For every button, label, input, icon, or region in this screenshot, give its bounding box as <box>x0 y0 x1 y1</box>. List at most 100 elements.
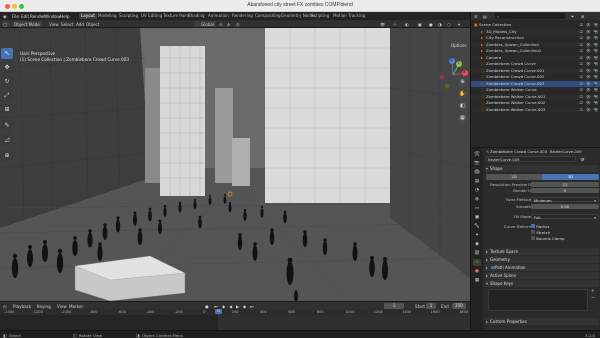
curve-data-props-icon[interactable]: ∿ <box>473 259 481 266</box>
shading-options-icon[interactable]: ▾ <box>458 22 460 27</box>
menu-view[interactable]: View <box>49 22 59 27</box>
camera-view-icon[interactable]: ◧ <box>458 102 467 111</box>
texture-space-panel-header[interactable]: Texture Space <box>485 248 599 255</box>
add-cube-tool-icon[interactable]: ⊕ <box>1 150 13 161</box>
menu-keying[interactable]: Keying <box>37 304 51 309</box>
view-layer-props-icon[interactable]: ▤ <box>473 178 481 185</box>
filter-icon[interactable]: ⏷ <box>571 14 574 19</box>
visibility-toggles-icon[interactable]: ☑ 👁 📷 <box>580 94 599 100</box>
menu-playback[interactable]: Playback <box>13 304 31 309</box>
remove-shape-key-icon[interactable]: − <box>591 296 595 301</box>
tab-scripting[interactable]: Scripting <box>309 13 331 19</box>
scale-tool-icon[interactable]: ⤢ <box>1 90 13 101</box>
outliner-item[interactable]: ▸ Zombies_Spawn_Collection ☑ 👁 📷 <box>471 41 600 48</box>
constraints-props-icon[interactable]: ⛓ <box>473 250 481 257</box>
record-icon[interactable]: ● <box>205 304 209 309</box>
visibility-toggles-icon[interactable]: ☑ 👁 📷 <box>580 55 599 61</box>
menu-help[interactable]: Help <box>60 14 70 19</box>
tab-sculpting[interactable]: Sculpting <box>117 13 140 19</box>
visibility-toggles-icon[interactable]: ☑ 👁 📷 <box>580 61 599 67</box>
visibility-toggles-icon[interactable]: ☑ 👁 📷 <box>580 48 599 54</box>
physics-props-icon[interactable]: ◉ <box>473 241 481 248</box>
playhead-frame-badge[interactable]: 0 <box>215 309 222 314</box>
play-icon[interactable]: ▶ <box>236 304 239 309</box>
outliner-editor-icon[interactable]: ☰ <box>474 14 478 19</box>
menu-object[interactable]: Object <box>86 22 99 27</box>
active-spline-panel-header[interactable]: Active Spline <box>485 272 599 279</box>
tab-motion-tracking[interactable]: Motion Tracking <box>331 13 367 19</box>
zoom-icon[interactable]: ⊕ <box>458 78 467 87</box>
perspective-toggle-icon[interactable]: ▦ <box>458 114 467 123</box>
path-animation-checkbox[interactable] <box>491 265 495 270</box>
outliner-item[interactable]: ◌ Zombiebere Crowd Curve.002 ☑ 👁 📷 <box>471 74 600 80</box>
menu-select[interactable]: Select <box>61 22 74 27</box>
overlay-toggle-icon[interactable]: ◐ <box>405 22 409 27</box>
smooth-field[interactable]: 0.00 <box>531 203 599 209</box>
outliner-item[interactable]: ◌ Zombiebere Crowd Curve ☑ 👁 📷 <box>471 61 600 67</box>
menu-file[interactable]: File <box>12 14 19 19</box>
outliner-item[interactable]: ▣ Scene Collection ☑ 👁 📷 <box>471 22 600 28</box>
visibility-toggles-icon[interactable]: ☑ 👁 📷 <box>580 87 599 93</box>
pan-hand-icon[interactable]: ✋ <box>458 90 467 99</box>
visibility-toggles-icon[interactable]: ☑ 👁 📷 <box>580 81 599 87</box>
menu-marker[interactable]: Marker <box>69 304 83 309</box>
outliner-item[interactable]: ▸ Zombies_Spawn_Collection2 ☑ 👁 📷 <box>471 48 600 54</box>
menu-view-timeline[interactable]: View <box>57 304 67 309</box>
rotate-tool-icon[interactable]: ↻ <box>1 76 13 87</box>
jump-end-icon[interactable]: ⏭ <box>250 304 254 309</box>
shape-keys-panel-header[interactable]: Shape Keys <box>485 280 599 287</box>
texture-props-icon[interactable]: ▦ <box>473 277 481 284</box>
xray-icon[interactable]: ▣ <box>418 22 422 27</box>
tool-props-icon[interactable]: 🛠 <box>473 151 481 158</box>
material-props-icon[interactable]: ● <box>473 268 481 275</box>
menu-edit[interactable]: Edit <box>21 14 29 19</box>
tab-modeling[interactable]: Modeling <box>96 13 119 19</box>
twist-method-dropdown[interactable]: Minimum <box>531 196 599 202</box>
tab-layout[interactable]: Layout <box>79 13 97 19</box>
stretch-checkbox[interactable]: Stretch <box>531 230 550 235</box>
outliner-item[interactable]: ◌ Zombiebere Crowd Curve.001 ☑ 👁 📷 <box>471 67 600 74</box>
display-mode-icon[interactable]: ▤ <box>483 14 487 19</box>
menu-window[interactable]: Window <box>44 14 61 19</box>
play-reverse-icon[interactable]: ◀ <box>229 304 232 309</box>
visibility-toggles-icon[interactable]: ☑ 👁 📷 <box>580 29 599 35</box>
menu-add[interactable]: Add <box>76 22 84 27</box>
particles-props-icon[interactable]: ✦ <box>473 232 481 239</box>
outliner-item[interactable]: ◌ Zombiebere Walker Curve ☑ 👁 📷 <box>471 87 600 93</box>
outliner-item[interactable]: ▸ 3D_Models_City ☑ 👁 📷 <box>471 28 600 35</box>
fill-mode-dropdown[interactable]: Full <box>531 213 599 219</box>
tab-rendering[interactable]: Rendering <box>230 13 255 19</box>
select-tool-icon[interactable]: ↖ <box>1 48 13 59</box>
outliner-search-input[interactable] <box>495 13 565 19</box>
visibility-icon[interactable]: 👁 <box>380 22 385 28</box>
jump-start-icon[interactable]: ⏮ <box>214 304 218 309</box>
path-animation-panel-header[interactable]: Path Animation <box>485 264 599 271</box>
move-tool-icon[interactable]: ✥ <box>1 62 13 73</box>
annotate-tool-icon[interactable]: ✎ <box>1 120 13 131</box>
outliner-item[interactable]: ◌ Zombiebere Walker Curve.003 ☑ 👁 📷 <box>471 106 600 113</box>
prev-key-icon[interactable]: ◆ <box>222 304 225 309</box>
blender-logo-icon[interactable]: ◉ <box>3 14 7 19</box>
shading-solid-icon[interactable]: ● <box>429 22 433 27</box>
shading-rendered-icon[interactable]: ○ <box>447 22 451 27</box>
visibility-toggles-icon[interactable]: ☑ 👁 📷 <box>580 100 599 106</box>
outliner-item[interactable]: ◌ Zombiebere Crowd Curve.003 ☑ 👁 📷 <box>471 80 600 87</box>
visibility-toggles-icon[interactable]: ☑ 👁 📷 <box>580 42 599 48</box>
outliner-item[interactable]: ◌ Zombiebere Walker Curve.001 ☑ 👁 📷 <box>471 93 600 100</box>
dimensions-2d-toggle[interactable]: 2D <box>486 174 542 180</box>
collection-props-icon[interactable]: ▭ <box>473 205 481 212</box>
resolution-preview-field[interactable]: 12 <box>531 181 599 187</box>
shape-keys-list[interactable] <box>488 289 588 311</box>
visibility-toggles-icon[interactable]: ☑ 👁 📷 <box>580 107 599 113</box>
transform-tool-icon[interactable]: ⊞ <box>1 104 13 115</box>
next-key-icon[interactable]: ◆ <box>243 304 246 309</box>
world-props-icon[interactable]: ◍ <box>473 196 481 203</box>
dimensions-3d-toggle[interactable]: 3D <box>542 174 599 180</box>
outliner-item[interactable]: ▸ City Reconstruction ☑ 👁 📷 <box>471 35 600 41</box>
object-props-icon[interactable]: ▣ <box>473 214 481 221</box>
outliner-item[interactable]: ▸ Camera ☑ 👁 📷 <box>471 54 600 61</box>
viewport-options-button[interactable]: Options <box>451 43 466 48</box>
timeline-area[interactable]: -1400 -1200 -1000 -800 -600 -400 -200 0 200 400 60… <box>0 309 470 330</box>
gizmo-toggle-icon[interactable]: ⊹ <box>393 22 396 27</box>
tab-animation[interactable]: Animation <box>206 13 231 19</box>
